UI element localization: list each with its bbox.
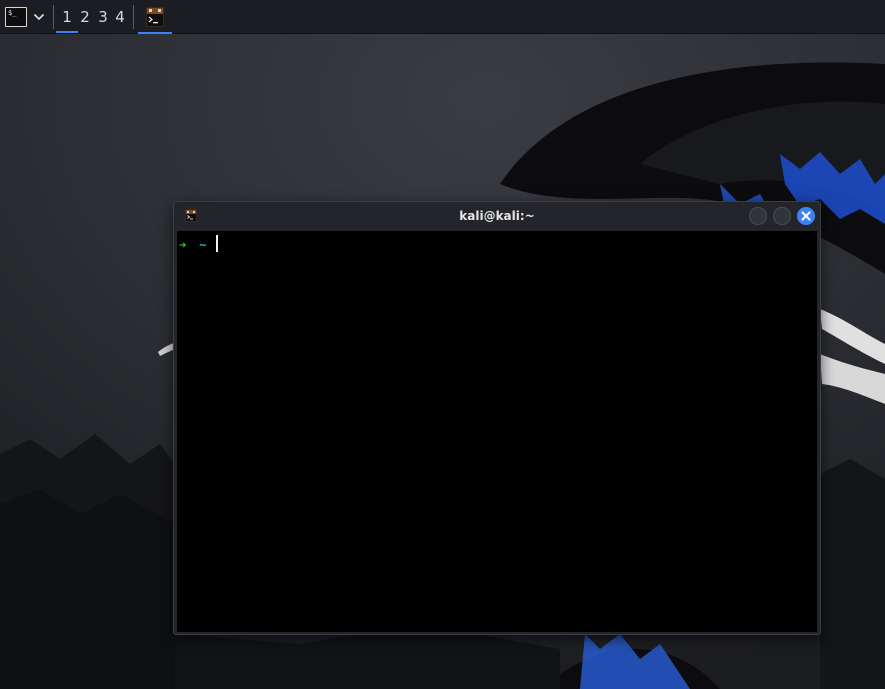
terminal-output-area[interactable]: ➜ ~ (177, 231, 817, 632)
workspace-3-button[interactable]: 3 (95, 5, 111, 31)
taskbar-terminal-button[interactable] (138, 4, 172, 34)
maximize-button[interactable] (773, 207, 791, 225)
terminal-window: kali@kali:~ ➜ ~ (173, 201, 821, 635)
launcher-dropdown-button[interactable] (31, 8, 47, 26)
close-button[interactable] (797, 207, 815, 225)
top-panel: $_ 1 2 3 4 (0, 0, 885, 34)
close-icon (801, 211, 811, 221)
workspace-4-button[interactable]: 4 (112, 5, 128, 31)
workspace-2-button[interactable]: 2 (77, 5, 93, 31)
window-titlebar[interactable]: kali@kali:~ (174, 202, 820, 231)
minimize-button[interactable] (749, 207, 767, 225)
kali-terminal-icon (146, 7, 164, 27)
prompt-directory: ~ (199, 238, 207, 252)
chevron-down-icon (34, 14, 44, 20)
window-title: kali@kali:~ (459, 209, 535, 223)
prompt-arrow: ➜ (179, 238, 187, 252)
panel-separator (133, 5, 134, 29)
text-cursor (216, 235, 219, 252)
workspace-1-button[interactable]: 1 (56, 5, 78, 33)
panel-separator (53, 5, 54, 29)
terminal-launcher-button[interactable]: $_ (5, 7, 27, 27)
prompt-line: ➜ ~ (179, 235, 219, 253)
terminal-icon: $_ (8, 9, 17, 17)
